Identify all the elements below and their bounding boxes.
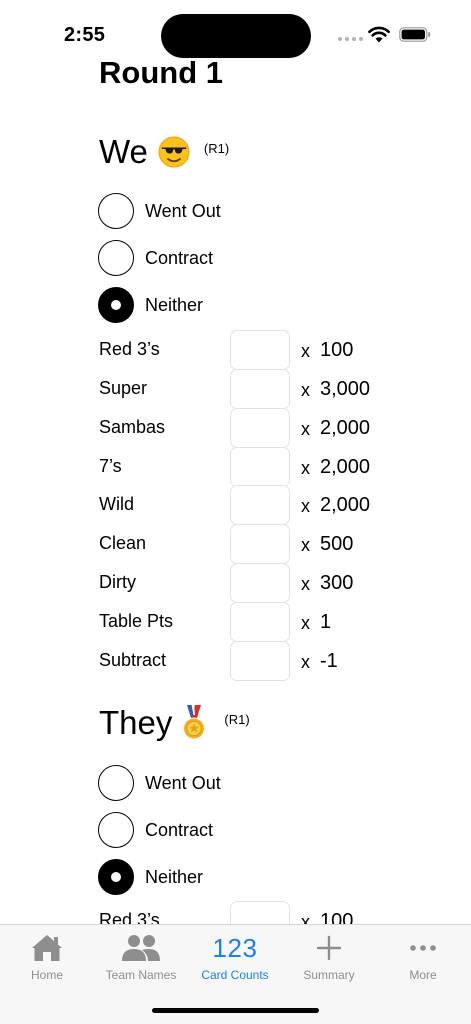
tab-card-counts[interactable]: 123 Card Counts xyxy=(188,925,282,989)
field-label: Clean xyxy=(99,533,147,553)
field-row-red-threes: Red 3’s x 100 xyxy=(99,330,419,370)
field-row-red-threes-they: Red 3’s x 100 xyxy=(99,901,419,924)
times-sign: x xyxy=(301,912,310,924)
field-label: Wild xyxy=(99,494,134,514)
tab-home[interactable]: Home xyxy=(0,925,94,989)
tab-more[interactable]: More xyxy=(376,925,470,989)
tab-label: Card Counts xyxy=(201,968,269,982)
house-icon xyxy=(30,933,64,963)
option-label: Contract xyxy=(145,247,214,268)
option-neither-we[interactable]: Neither xyxy=(98,287,203,323)
option-label: Went Out xyxy=(145,772,221,793)
count-input[interactable] xyxy=(230,369,290,409)
radio-button-selected[interactable] xyxy=(98,859,134,895)
times-sign: x xyxy=(301,496,310,516)
field-row-wild: Wild x 2,000 xyxy=(99,485,419,525)
radio-button[interactable] xyxy=(98,765,134,801)
option-label: Went Out xyxy=(145,200,221,221)
round-tag: (R1) xyxy=(224,711,250,727)
multiplier-value: 100 xyxy=(320,339,354,361)
field-row-dirty: Dirty x 300 xyxy=(99,563,419,603)
tab-label: More xyxy=(409,968,437,982)
tab-label: Team Names xyxy=(105,968,177,982)
home-indicator[interactable] xyxy=(152,1008,319,1013)
multiplier-value: 2,000 xyxy=(320,494,371,516)
times-sign: x xyxy=(301,380,310,400)
count-input[interactable] xyxy=(230,602,290,642)
scroll-content[interactable]: Round 1 We (R1) Went Out Contract Neithe… xyxy=(0,0,471,924)
option-label: Neither xyxy=(145,294,204,315)
multiplier-value: 500 xyxy=(320,533,354,555)
tab-label: Home xyxy=(30,968,63,982)
option-label: Neither xyxy=(145,866,204,887)
field-row-sevens: 7’s x 2,000 xyxy=(99,447,419,487)
team-name: They xyxy=(99,704,173,741)
sunglasses-face-icon xyxy=(158,136,190,168)
option-neither-they[interactable]: Neither xyxy=(98,859,203,895)
field-label: Sambas xyxy=(99,417,166,437)
field-label: Super xyxy=(99,378,148,398)
option-went-out-we[interactable]: Went Out xyxy=(98,193,221,229)
ellipsis-icon xyxy=(409,933,437,963)
field-label: Red 3’s xyxy=(99,339,160,359)
team-name: We xyxy=(99,133,148,170)
multiplier-value: 100 xyxy=(320,910,354,924)
times-sign: x xyxy=(301,458,310,478)
multiplier-value: 2,000 xyxy=(320,456,371,478)
field-label: Dirty xyxy=(99,572,136,592)
count-input[interactable] xyxy=(230,447,290,487)
times-sign: x xyxy=(301,613,310,633)
round-tag: (R1) xyxy=(203,140,230,156)
field-row-super: Super x 3,000 xyxy=(99,369,419,409)
tab-label: Summary xyxy=(303,968,355,982)
radio-button[interactable] xyxy=(98,240,134,276)
option-contract-we[interactable]: Contract xyxy=(98,240,213,276)
multiplier-value: -1 xyxy=(320,650,338,672)
count-input[interactable] xyxy=(230,641,290,681)
field-label: 7’s xyxy=(99,456,122,476)
option-label: Contract xyxy=(145,819,214,840)
people-icon xyxy=(121,933,161,963)
field-label: Red 3’s xyxy=(99,910,160,924)
count-input[interactable] xyxy=(230,408,290,448)
plus-icon xyxy=(316,933,342,963)
times-sign: x xyxy=(301,419,310,439)
times-sign: x xyxy=(301,652,310,672)
option-went-out-they[interactable]: Went Out xyxy=(98,765,221,801)
count-input[interactable] xyxy=(230,485,290,525)
field-row-clean: Clean x 500 xyxy=(99,524,419,564)
radio-button[interactable] xyxy=(98,812,134,848)
tab-team-names[interactable]: Team Names xyxy=(94,925,188,989)
multiplier-value: 300 xyxy=(320,572,354,594)
multiplier-value: 2,000 xyxy=(320,417,371,439)
gold-medal-icon xyxy=(184,705,205,739)
field-label: Table Pts xyxy=(99,611,174,631)
times-sign: x xyxy=(301,535,310,555)
count-input[interactable] xyxy=(230,524,290,564)
team-header-they: They (R1) xyxy=(99,704,250,742)
multiplier-value: 1 xyxy=(320,611,332,633)
option-contract-they[interactable]: Contract xyxy=(98,812,213,848)
numbers-123-icon: 123 xyxy=(212,933,258,963)
count-input[interactable] xyxy=(230,330,290,370)
times-sign: x xyxy=(301,574,310,594)
radio-button-selected[interactable] xyxy=(98,287,134,323)
field-row-subtract: Subtract x -1 xyxy=(99,641,419,681)
page-title: Round 1 xyxy=(99,55,223,90)
count-input[interactable] xyxy=(230,563,290,603)
field-row-sambas: Sambas x 2,000 xyxy=(99,408,419,448)
count-input[interactable] xyxy=(230,901,290,924)
multiplier-value: 3,000 xyxy=(320,378,371,400)
field-label: Subtract xyxy=(99,650,167,670)
radio-button[interactable] xyxy=(98,193,134,229)
team-header-we: We (R1) xyxy=(99,133,229,171)
times-sign: x xyxy=(301,341,310,361)
field-row-table-pts: Table Pts x 1 xyxy=(99,602,419,642)
tab-summary[interactable]: Summary xyxy=(282,925,376,989)
